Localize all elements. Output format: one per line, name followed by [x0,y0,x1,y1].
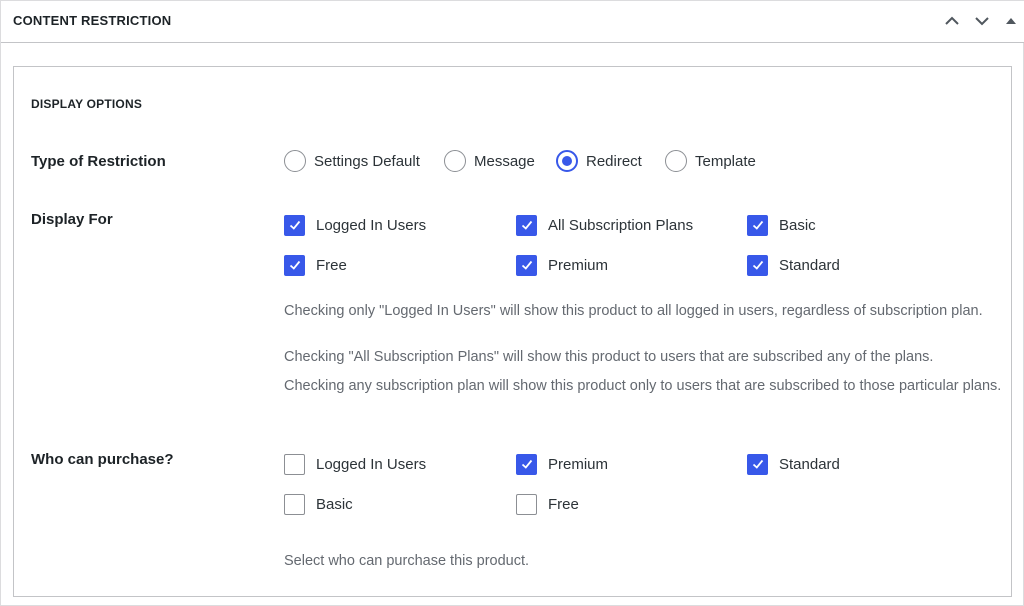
checkmark-icon [752,260,763,270]
checkbox[interactable] [516,254,537,276]
content-restriction-metabox: CONTENT RESTRICTION DISPLAY OPTIONS Type… [0,0,1024,606]
section-title: DISPLAY OPTIONS [31,97,143,111]
radio-message[interactable]: Message [444,149,535,173]
help-text-logged-in: Checking only "Logged In Users" will sho… [284,303,983,319]
radio-button[interactable] [665,150,687,172]
checkmark-icon [289,260,300,270]
type-of-restriction-label: Type of Restriction [31,153,166,170]
radio-button[interactable] [444,150,466,172]
triangle-up-icon[interactable] [1000,10,1022,32]
checkbox[interactable] [284,453,305,475]
checkbox-label: Free [548,495,579,513]
checkmark-icon [521,220,532,230]
chevron-down-icon[interactable] [971,10,993,32]
checkbox-purchase-logged-in-users[interactable]: Logged In Users [284,453,426,475]
checkbox-display-free[interactable]: Free [284,254,347,276]
help-text-purchase: Select who can purchase this product. [284,553,530,569]
who-can-purchase-label: Who can purchase? [31,451,174,468]
checkmark-icon [752,220,763,230]
radio-button[interactable] [556,150,578,172]
checkbox[interactable] [747,214,768,236]
checkbox-label: Logged In Users [316,455,427,473]
checkbox[interactable] [284,493,305,515]
display-options-panel: DISPLAY OPTIONS Type of Restriction Sett… [13,66,1012,597]
checkbox-display-logged-in-users[interactable]: Logged In Users [284,214,426,236]
checkbox-label: Premium [548,256,609,274]
checkbox-label: Logged In Users [316,216,427,234]
radio-label: Template [695,152,756,170]
radio-redirect[interactable]: Redirect [556,149,642,173]
checkbox-label: Standard [779,256,840,274]
checkbox[interactable] [284,214,305,236]
checkbox[interactable] [747,453,768,475]
radio-label: Settings Default [314,152,420,170]
checkbox-label: All Subscription Plans [548,216,694,234]
checkbox-purchase-premium[interactable]: Premium [516,453,608,475]
radio-settings-default[interactable]: Settings Default [284,149,420,173]
checkbox[interactable] [284,254,305,276]
checkmark-icon [752,459,763,469]
radio-label: Redirect [586,152,642,170]
checkbox-label: Standard [779,455,840,473]
checkbox-display-basic[interactable]: Basic [747,214,816,236]
help-text-particular-plans: Checking any subscription plan will show… [284,378,1002,394]
radio-template[interactable]: Template [665,149,756,173]
checkmark-icon [289,220,300,230]
checkbox-purchase-free[interactable]: Free [516,493,579,515]
checkmark-icon [521,260,532,270]
checkbox-purchase-standard[interactable]: Standard [747,453,840,475]
checkmark-icon [521,459,532,469]
metabox-header: CONTENT RESTRICTION [1,1,1024,43]
checkbox[interactable] [516,493,537,515]
checkbox-label: Premium [548,455,609,473]
radio-label: Message [474,152,535,170]
checkbox-display-standard[interactable]: Standard [747,254,840,276]
checkbox-label: Basic [779,216,816,234]
checkbox[interactable] [747,254,768,276]
checkbox[interactable] [516,214,537,236]
checkbox-label: Free [316,256,347,274]
radio-button[interactable] [284,150,306,172]
help-text-all-plans: Checking "All Subscription Plans" will s… [284,349,934,365]
checkbox-display-all-subscription-plans[interactable]: All Subscription Plans [516,214,693,236]
metabox-title: CONTENT RESTRICTION [13,13,172,28]
checkbox[interactable] [516,453,537,475]
checkbox-display-premium[interactable]: Premium [516,254,608,276]
checkbox-label: Basic [316,495,353,513]
chevron-up-icon[interactable] [941,10,963,32]
checkbox-purchase-basic[interactable]: Basic [284,493,353,515]
display-for-label: Display For [31,211,113,228]
